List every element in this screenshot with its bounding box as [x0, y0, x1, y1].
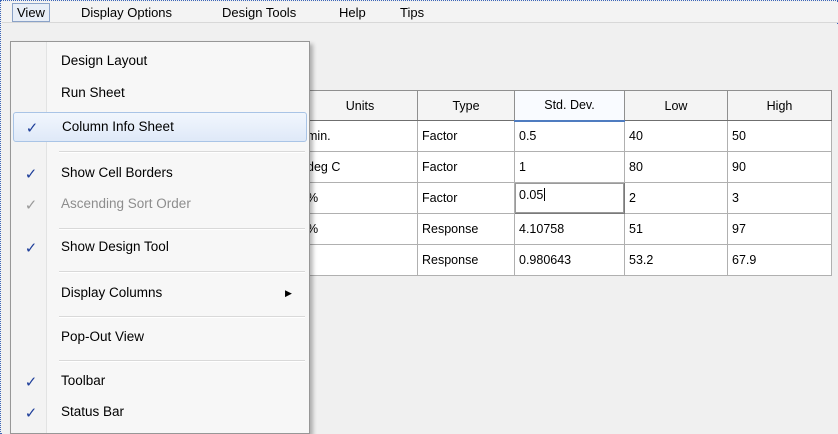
menu-design-tools[interactable]: Design Tools [217, 3, 301, 22]
menu-separator [59, 151, 305, 153]
cell-units[interactable]: min. [302, 120, 418, 152]
menu-item-label: Toolbar [61, 373, 106, 388]
cell-high[interactable]: 97 [727, 213, 832, 245]
menu-view[interactable]: View [12, 3, 50, 22]
menu-item-label: Column Info Sheet [62, 119, 174, 134]
menu-item-run-sheet[interactable]: Run Sheet [13, 85, 307, 107]
cell-std-dev-editing[interactable]: 0.05 [514, 182, 625, 214]
cell-units[interactable] [302, 244, 418, 276]
view-menu-dropdown: Design Layout Run Sheet ✓ Column Info Sh… [10, 41, 310, 434]
menu-item-label: Show Cell Borders [61, 165, 173, 180]
menu-help[interactable]: Help [334, 3, 371, 22]
menu-item-label: Display Columns [61, 285, 163, 300]
menu-item-label: Design Layout [61, 53, 148, 68]
column-info-table: Units Type Std. Dev. Low High min. Facto… [302, 90, 832, 276]
table-row: min. Factor 0.5 40 50 [302, 120, 832, 152]
menu-item-label: Show Design Tool [61, 239, 169, 254]
cell-units[interactable]: % [302, 182, 418, 214]
cell-high[interactable]: 90 [727, 151, 832, 183]
application-window: View Display Options Design Tools Help T… [0, 0, 838, 434]
cell-low[interactable]: 53.2 [624, 244, 728, 276]
table-row: % Factor 0.05 2 3 [302, 182, 832, 214]
cell-high[interactable]: 50 [727, 120, 832, 152]
header-std-dev[interactable]: Std. Dev. [514, 90, 625, 122]
header-high[interactable]: High [727, 90, 832, 121]
cell-low[interactable]: 80 [624, 151, 728, 183]
checkmark-icon: ✓ [24, 197, 38, 214]
table-row: % Response 4.10758 51 97 [302, 213, 832, 245]
checkmark-icon: ✓ [25, 120, 39, 137]
cell-high[interactable]: 3 [727, 182, 832, 214]
cell-std-dev[interactable]: 1 [514, 151, 625, 183]
menu-item-show-design-tool[interactable]: ✓ Show Design Tool [13, 239, 307, 261]
menu-separator [59, 316, 305, 318]
menu-item-label: Status Bar [61, 404, 125, 419]
submenu-arrow-icon: ▶ [285, 288, 292, 298]
checkmark-icon: ✓ [24, 240, 38, 257]
menu-item-show-cell-borders[interactable]: ✓ Show Cell Borders [13, 165, 307, 187]
cell-type[interactable]: Response [417, 213, 515, 245]
menu-separator [59, 360, 305, 362]
menu-item-toolbar[interactable]: ✓ Toolbar [13, 373, 307, 395]
table-row: deg C Factor 1 80 90 [302, 151, 832, 183]
cell-edit-text[interactable]: 0.05 [519, 188, 543, 202]
menu-display-options[interactable]: Display Options [76, 3, 177, 22]
menu-item-ascending-sort-order: ✓ Ascending Sort Order [13, 196, 307, 218]
header-type[interactable]: Type [417, 90, 515, 121]
menu-item-pop-out-view[interactable]: Pop-Out View [13, 329, 307, 351]
cell-type[interactable]: Factor [417, 120, 515, 152]
menu-separator [59, 228, 305, 230]
menu-item-label: Ascending Sort Order [61, 196, 191, 211]
cell-type[interactable]: Factor [417, 151, 515, 183]
menu-item-column-info-sheet[interactable]: ✓ Column Info Sheet [13, 112, 307, 142]
menu-item-label: Run Sheet [61, 85, 125, 100]
checkmark-icon: ✓ [24, 405, 38, 422]
menu-item-design-layout[interactable]: Design Layout [13, 53, 307, 75]
menu-item-status-bar[interactable]: ✓ Status Bar [13, 404, 307, 426]
table-row: Response 0.980643 53.2 67.9 [302, 244, 832, 276]
text-caret [544, 188, 546, 201]
menu-tips[interactable]: Tips [395, 3, 429, 22]
cell-high[interactable]: 67.9 [727, 244, 832, 276]
cell-units[interactable]: deg C [302, 151, 418, 183]
menu-bar: View Display Options Design Tools Help T… [2, 2, 838, 23]
menu-separator [59, 271, 305, 273]
cell-type[interactable]: Factor [417, 182, 515, 214]
cell-units[interactable]: % [302, 213, 418, 245]
menu-item-display-columns[interactable]: Display Columns ▶ [13, 285, 307, 307]
cell-std-dev[interactable]: 0.5 [514, 120, 625, 152]
cell-type[interactable]: Response [417, 244, 515, 276]
cell-std-dev[interactable]: 0.980643 [514, 244, 625, 276]
checkmark-icon: ✓ [24, 166, 38, 183]
header-units[interactable]: Units [302, 90, 418, 121]
checkmark-icon: ✓ [24, 374, 38, 391]
table-header-row: Units Type Std. Dev. Low High [302, 90, 832, 122]
cell-low[interactable]: 51 [624, 213, 728, 245]
header-low[interactable]: Low [624, 90, 728, 121]
menu-item-label: Pop-Out View [61, 329, 145, 344]
cell-low[interactable]: 2 [624, 182, 728, 214]
cell-std-dev[interactable]: 4.10758 [514, 213, 625, 245]
cell-low[interactable]: 40 [624, 120, 728, 152]
